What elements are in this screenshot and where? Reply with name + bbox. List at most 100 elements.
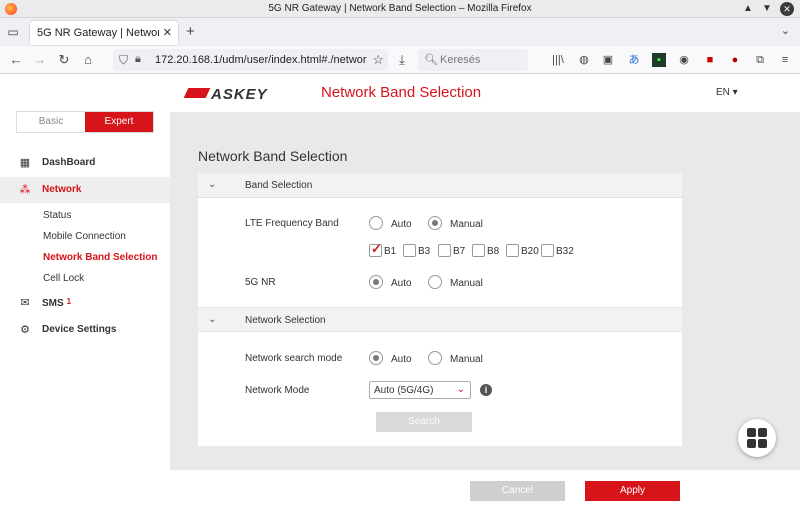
shield-icon[interactable]: ⛉ — [119, 53, 128, 68]
network-selection-title: Network Selection — [245, 315, 326, 326]
tab-close-icon[interactable]: ✕ — [163, 26, 172, 39]
network-selection-header[interactable]: ⌄ Network Selection — [198, 307, 682, 332]
sidebar-item-label: Device Settings — [42, 324, 117, 335]
logo-text: ASKEY — [211, 86, 268, 103]
page-footer: Cancel Apply — [0, 470, 800, 512]
chevron-down-icon[interactable]: ⌄ — [208, 179, 216, 190]
sidebar-icon[interactable]: ▣ — [601, 53, 615, 67]
nr-manual-label: Manual — [450, 278, 483, 289]
sidebar-item-label: Network — [42, 184, 82, 195]
sidebar-item-sms[interactable]: ✉ SMS 1 — [0, 290, 170, 316]
sidebar: Basic Expert ▦ DashBoard ⁂ Network Statu… — [0, 74, 170, 512]
sidebar-item-dashboard[interactable]: ▦ DashBoard — [0, 150, 170, 176]
tab-overflow-icon[interactable]: ⌄ — [781, 24, 790, 37]
search-button[interactable]: Search — [376, 412, 472, 432]
terminal-extension-icon[interactable]: ▪ — [652, 53, 666, 67]
window-down-icon[interactable]: ▼ — [760, 2, 774, 16]
basic-mode-button[interactable]: Basic — [17, 112, 85, 132]
search-mode-auto-radio[interactable] — [369, 351, 383, 365]
nr-auto-radio[interactable] — [369, 275, 383, 289]
page-header: ASKEY Network Band Selection EN ▾ — [170, 74, 800, 112]
library-icon[interactable]: |||\ — [551, 53, 565, 67]
nr-auto-label: Auto — [391, 278, 412, 289]
apply-button[interactable]: Apply — [585, 481, 680, 501]
grid-icon — [747, 428, 767, 448]
download-icon[interactable]: ⤓ — [394, 52, 410, 68]
sidebar-item-device-settings[interactable]: ⚙ Device Settings — [0, 317, 170, 343]
search-placeholder: Keresés — [440, 54, 481, 66]
network-mode-select[interactable]: Auto (5G/4G) ⌄ — [369, 381, 471, 399]
sidebar-item-network[interactable]: ⁂ Network — [0, 177, 170, 203]
5g-nr-label: 5G NR — [245, 277, 276, 288]
page-title: Network Band Selection — [321, 84, 482, 101]
sidebar-subitem-cell-lock[interactable]: Cell Lock — [43, 273, 84, 284]
settings-panel: ⌄ Band Selection LTE Frequency Band Auto… — [198, 173, 682, 446]
gear-icon: ⚙ — [20, 324, 30, 336]
search-icon: 🔍︎ — [424, 54, 438, 66]
logo-mark — [183, 88, 211, 98]
apps-grid-button[interactable] — [738, 419, 776, 457]
expert-mode-button[interactable]: Expert — [85, 112, 153, 132]
info-icon[interactable]: i — [480, 384, 492, 396]
bookmark-star-icon[interactable]: ☆ — [372, 52, 384, 68]
search-bar[interactable]: 🔍︎ Keresés — [418, 49, 528, 71]
main-content: Network Band Selection ⌄ Band Selection … — [170, 112, 800, 470]
band-b32-checkbox[interactable] — [541, 244, 554, 257]
window-title: 5G NR Gateway | Network Band Selection –… — [268, 3, 532, 14]
band-b1-checkbox[interactable]: ✓ — [369, 241, 382, 257]
new-tab-icon[interactable]: + — [186, 23, 195, 40]
window-titlebar: 5G NR Gateway | Network Band Selection –… — [0, 0, 800, 18]
band-selection-header[interactable]: ⌄ Band Selection — [198, 173, 682, 198]
lock-icon[interactable]: 🔒︎ — [135, 53, 141, 66]
cancel-button[interactable]: Cancel — [470, 481, 565, 501]
forward-icon[interactable]: → — [32, 52, 48, 68]
window-up-icon[interactable]: ▲ — [741, 2, 755, 16]
band-selection-title: Band Selection — [245, 180, 313, 191]
lte-frequency-band-label: LTE Frequency Band — [245, 218, 339, 229]
lte-auto-label: Auto — [391, 219, 412, 230]
band-b3-label: B3 — [418, 246, 431, 257]
band-b8-label: B8 — [487, 246, 500, 257]
back-icon[interactable]: ← — [8, 52, 24, 68]
tab-list-icon[interactable]: ▭ — [6, 25, 20, 39]
envelope-icon: ✉ — [20, 297, 30, 309]
home-icon[interactable]: ⌂ — [80, 52, 96, 68]
band-b1-label: B1 — [384, 246, 397, 257]
browser-tab[interactable]: 5G NR Gateway | Network Ba ✕ — [30, 21, 178, 45]
red-extension-icon[interactable]: ■ — [703, 53, 717, 67]
lte-auto-radio[interactable] — [369, 216, 383, 230]
band-b8-checkbox[interactable] — [472, 244, 485, 257]
language-selector[interactable]: EN ▾ — [716, 87, 738, 98]
translate-icon[interactable]: あ — [627, 53, 641, 67]
reload-icon[interactable]: ↻ — [56, 52, 72, 68]
menu-icon[interactable]: ≡ — [778, 53, 792, 67]
reader-icon[interactable]: ◍ — [577, 53, 591, 67]
section-heading: Network Band Selection — [198, 148, 348, 164]
web-page: Basic Expert ▦ DashBoard ⁂ Network Statu… — [0, 74, 800, 512]
url-text[interactable]: 172.20.168.1/udm/user/index.html#./netwo… — [155, 54, 367, 66]
account-icon[interactable]: ◉ — [677, 53, 691, 67]
url-bar[interactable]: ⛉ 🔒︎ 172.20.168.1/udm/user/index.html#./… — [113, 49, 388, 71]
band-b7-checkbox[interactable] — [438, 244, 451, 257]
band-b20-checkbox[interactable] — [506, 244, 519, 257]
network-icon: ⁂ — [19, 184, 31, 196]
mode-toggle: Basic Expert — [16, 111, 154, 133]
window-close-icon[interactable]: ✕ — [780, 2, 794, 16]
dashboard-icon: ▦ — [19, 157, 31, 169]
extensions-icon[interactable]: ⧉ — [753, 53, 767, 67]
tab-title: 5G NR Gateway | Network Ba — [37, 27, 159, 39]
search-mode-manual-radio[interactable] — [428, 351, 442, 365]
lte-manual-label: Manual — [450, 219, 483, 230]
navigation-bar: ← → ↻ ⌂ ⛉ 🔒︎ 172.20.168.1/udm/user/index… — [0, 46, 800, 74]
record-extension-icon[interactable]: ● — [728, 53, 742, 67]
sidebar-subitem-status[interactable]: Status — [43, 210, 71, 221]
sidebar-subitem-network-band-selection[interactable]: Network Band Selection — [43, 252, 157, 263]
tab-strip: ▭ 5G NR Gateway | Network Ba ✕ + ⌄ — [0, 18, 800, 46]
lte-manual-radio[interactable] — [428, 216, 442, 230]
nr-manual-radio[interactable] — [428, 275, 442, 289]
chevron-down-icon[interactable]: ⌄ — [208, 314, 216, 325]
sidebar-subitem-mobile-connection[interactable]: Mobile Connection — [43, 231, 126, 242]
sms-label: SMS — [42, 298, 64, 309]
checkmark-icon: ✓ — [371, 241, 382, 256]
band-b3-checkbox[interactable] — [403, 244, 416, 257]
